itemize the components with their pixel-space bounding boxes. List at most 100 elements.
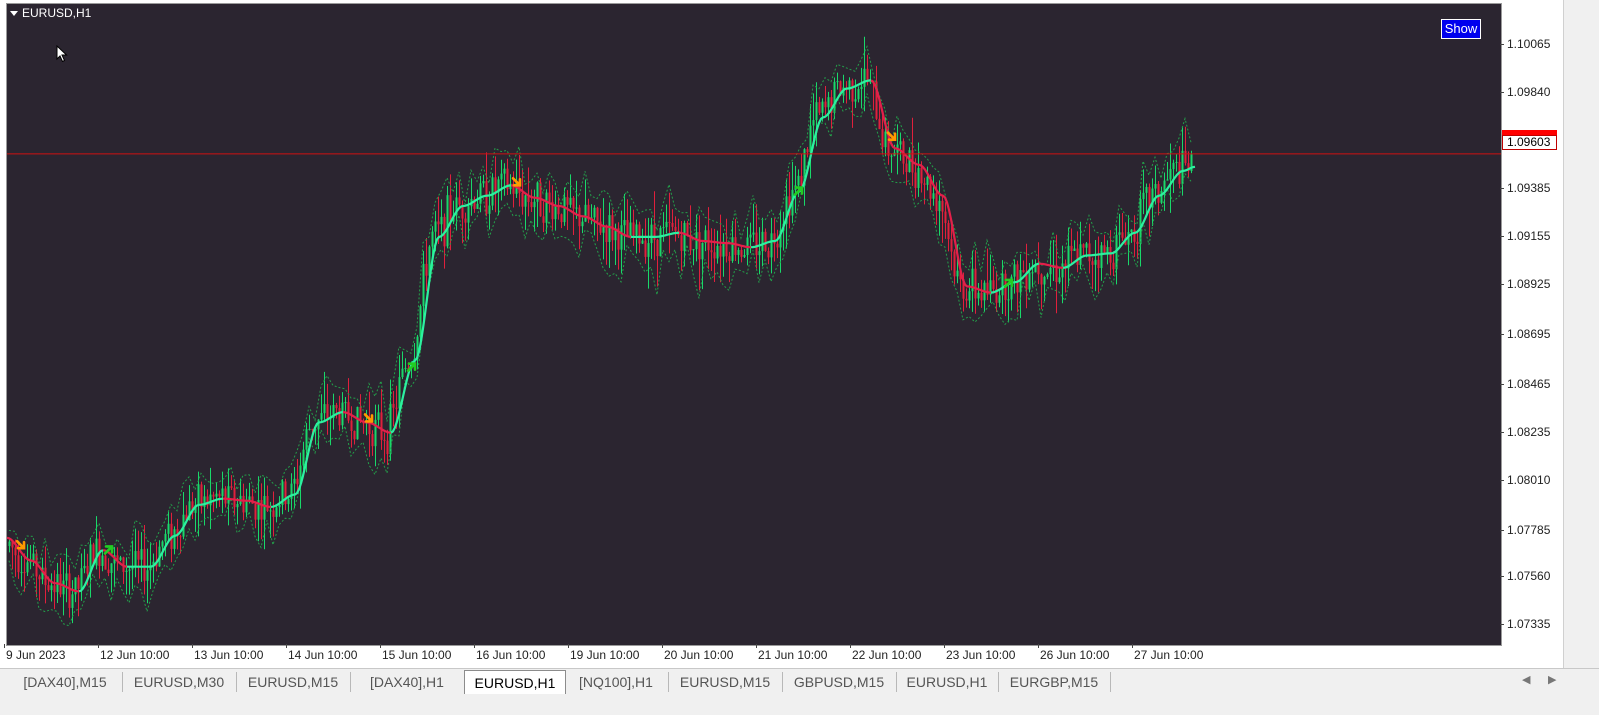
candle-body bbox=[179, 536, 182, 538]
candle-body bbox=[1118, 232, 1121, 235]
candle-body bbox=[335, 405, 338, 409]
candle-body bbox=[1100, 245, 1103, 269]
time-axis-label: 9 Jun 2023 bbox=[6, 648, 66, 662]
candle-body bbox=[683, 222, 686, 251]
candle-body bbox=[797, 175, 800, 186]
tab-eurusd-m15[interactable]: EURUSD,M15 bbox=[236, 672, 351, 692]
tab-nq100-h1[interactable]: [NQ100],H1 bbox=[564, 672, 669, 692]
candle-body bbox=[767, 250, 770, 258]
time-axis-label: 22 Jun 10:00 bbox=[852, 648, 922, 662]
candle-body bbox=[1130, 229, 1133, 233]
candle-body bbox=[764, 231, 767, 251]
candle-body bbox=[1103, 245, 1106, 253]
chart-plot-area[interactable] bbox=[7, 4, 1501, 645]
price-axis-tick bbox=[1500, 576, 1504, 577]
candle-body bbox=[356, 406, 359, 440]
tab-eurusd-h1[interactable]: EURUSD,H1 bbox=[896, 672, 999, 692]
candle-body bbox=[422, 263, 425, 307]
candle-body bbox=[308, 428, 311, 430]
tab-dax40-m15[interactable]: [DAX40],M15 bbox=[8, 672, 123, 692]
tab-scroll-right-icon[interactable]: ▶ bbox=[1548, 673, 1556, 686]
candle-body bbox=[20, 572, 23, 574]
candle-body bbox=[218, 493, 221, 497]
candle-body bbox=[1016, 264, 1019, 293]
candle-body bbox=[641, 240, 644, 244]
candle-body bbox=[1172, 162, 1175, 170]
candle-body bbox=[635, 224, 638, 236]
candle-body bbox=[1166, 179, 1169, 181]
candle-body bbox=[737, 250, 740, 255]
candle-body bbox=[221, 488, 224, 497]
candle-body bbox=[854, 99, 857, 102]
candle-body bbox=[944, 211, 947, 224]
chevron-down-icon[interactable] bbox=[10, 10, 18, 16]
candle-body bbox=[851, 80, 854, 102]
candle-body bbox=[974, 268, 977, 299]
candle-body bbox=[83, 565, 86, 569]
tab-eurusd-m15[interactable]: EURUSD,M15 bbox=[668, 672, 783, 692]
candle-body bbox=[14, 547, 17, 556]
candle-body bbox=[323, 404, 326, 414]
candle-body bbox=[137, 550, 140, 560]
candle-body bbox=[815, 102, 818, 121]
candle-body bbox=[770, 233, 773, 258]
candle-body bbox=[1037, 264, 1040, 275]
mouse-cursor-icon bbox=[56, 45, 68, 63]
price-axis-tick bbox=[1500, 284, 1504, 285]
candle-body bbox=[1001, 273, 1004, 296]
candle-body bbox=[545, 192, 548, 223]
candle-body bbox=[236, 504, 239, 508]
candle-body bbox=[449, 195, 452, 222]
candle-body bbox=[104, 555, 107, 570]
candle-body bbox=[482, 181, 485, 184]
time-axis-tick bbox=[380, 644, 381, 648]
candle-body bbox=[68, 573, 71, 608]
tab-gbpusd-m15[interactable]: GBPUSD,M15 bbox=[782, 672, 897, 692]
time-axis-tick bbox=[1038, 644, 1039, 648]
tab-eurgbp-m15[interactable]: EURGBP,M15 bbox=[998, 672, 1111, 692]
candle-body bbox=[890, 155, 893, 157]
candle-body bbox=[521, 192, 524, 207]
candle-body bbox=[530, 202, 533, 208]
chart-title[interactable]: EURUSD,H1 bbox=[10, 6, 91, 20]
time-axis-tick bbox=[662, 644, 663, 648]
tab-eurusd-m30[interactable]: EURUSD,M30 bbox=[122, 672, 237, 692]
candle-body bbox=[941, 200, 944, 212]
candle-body bbox=[524, 195, 527, 207]
candle-body bbox=[1094, 259, 1097, 265]
candle-body bbox=[326, 404, 329, 420]
show-button[interactable]: Show bbox=[1441, 19, 1481, 39]
candle-body bbox=[917, 167, 920, 188]
candle-body bbox=[23, 572, 26, 574]
candle-body bbox=[575, 207, 578, 209]
tab-eurusd-h1[interactable]: EURUSD,H1 bbox=[464, 670, 566, 694]
candle-body bbox=[593, 207, 596, 218]
tab-scroll-left-icon[interactable]: ◀ bbox=[1522, 673, 1530, 686]
price-axis-label: 1.08695 bbox=[1507, 327, 1551, 341]
tab-dax40-h1[interactable]: [DAX40],H1 bbox=[350, 672, 465, 692]
candle-body bbox=[1169, 169, 1172, 180]
price-chart[interactable] bbox=[7, 4, 1501, 645]
candle-body bbox=[134, 550, 137, 567]
candle-body bbox=[671, 222, 674, 227]
candle-body bbox=[533, 201, 536, 208]
candle-body bbox=[947, 223, 950, 240]
candle-body bbox=[398, 377, 401, 409]
candle-body bbox=[434, 221, 437, 232]
candle-body bbox=[608, 215, 611, 242]
candle-body bbox=[1088, 243, 1091, 262]
candle-body bbox=[623, 220, 626, 226]
candle-body bbox=[320, 413, 323, 420]
candle-body bbox=[776, 243, 779, 248]
candle-body bbox=[899, 141, 902, 145]
candle-body bbox=[383, 439, 386, 441]
candle-body bbox=[269, 510, 272, 512]
candle-body bbox=[722, 241, 725, 257]
candle-body bbox=[818, 102, 821, 113]
time-axis-label: 27 Jun 10:00 bbox=[1134, 648, 1204, 662]
time-axis-label: 23 Jun 10:00 bbox=[946, 648, 1016, 662]
candle-body bbox=[53, 585, 56, 593]
candle-body bbox=[1007, 299, 1010, 301]
price-axis-label: 1.08465 bbox=[1507, 377, 1551, 391]
candle-body bbox=[1097, 259, 1100, 269]
